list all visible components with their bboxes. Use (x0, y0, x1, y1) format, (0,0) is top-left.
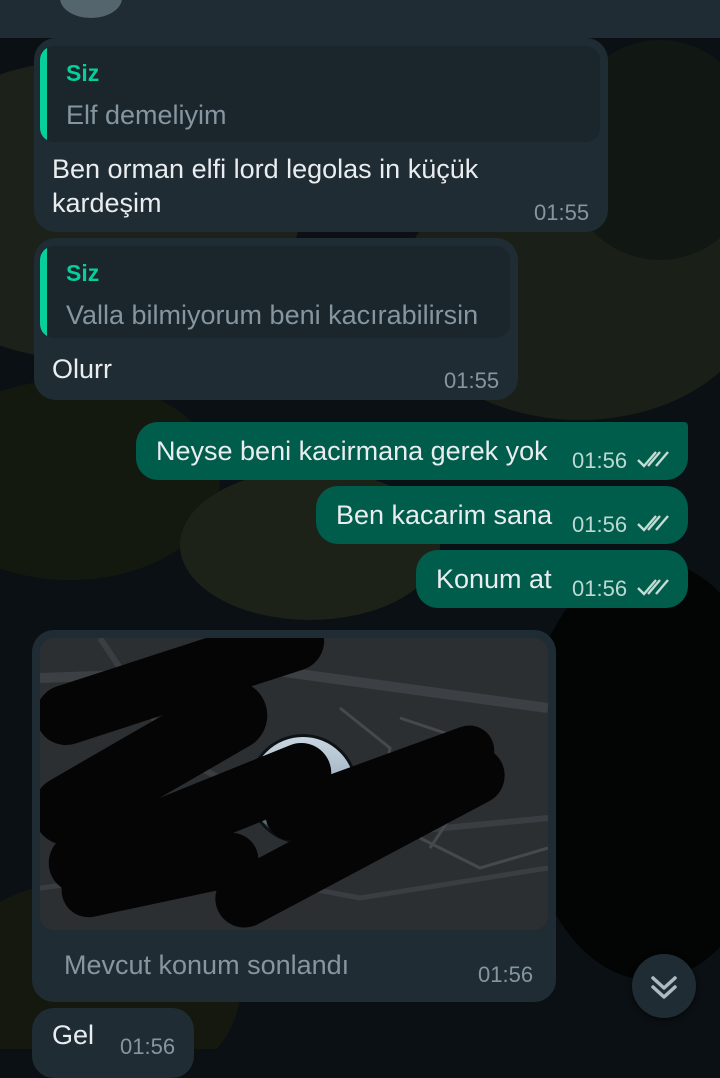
message-bubble-outgoing[interactable]: Ben kacarim sana 01:56 (316, 486, 688, 544)
chevron-double-down-icon (651, 976, 677, 999)
live-location-message[interactable]: Mevcut konum sonlandı 01:56 (32, 630, 556, 1002)
quote-text: Elf demeliyim (66, 100, 227, 130)
message-time: 01:56 (572, 448, 628, 473)
message-bubble-incoming[interactable]: Siz Valla bilmiyorum beni kacırabilirsin… (34, 238, 518, 400)
double-check-icon (637, 579, 669, 596)
message-time: 01:56 (572, 512, 628, 537)
quote-accent-bar (40, 246, 47, 338)
double-check-icon (637, 515, 669, 532)
message-text: Gel (52, 1020, 95, 1050)
location-map-preview[interactable] (40, 638, 548, 930)
quote-accent-bar (40, 46, 47, 142)
chat-header[interactable] (0, 0, 720, 38)
scroll-to-bottom-button[interactable] (632, 954, 696, 1018)
message-time: 01:56 (478, 962, 534, 987)
message-bubble-incoming[interactable]: Siz Elf demeliyim Ben orman elfi lord le… (34, 38, 608, 232)
message-time: 01:55 (534, 200, 590, 225)
double-check-icon (637, 451, 669, 468)
message-time: 01:56 (572, 576, 628, 601)
message-bubble-outgoing[interactable]: Neyse beni kacirmana gerek yok 01:56 (136, 422, 688, 480)
message-text-line: kardeşim (52, 188, 162, 218)
message-text: Neyse beni kacirmana gerek yok (156, 436, 548, 466)
message-text: Konum at (436, 564, 552, 594)
quoted-reply[interactable]: Siz Elf demeliyim (40, 46, 600, 142)
message-time: 01:56 (120, 1034, 176, 1059)
message-text: Olurr (52, 354, 112, 384)
message-bubble-outgoing[interactable]: Konum at 01:56 (416, 550, 688, 608)
quote-author: Siz (66, 260, 100, 286)
message-bubble-incoming[interactable]: Gel 01:56 (32, 1008, 194, 1078)
message-text-line: Ben orman elfi lord legolas in küçük (52, 154, 479, 184)
contact-avatar[interactable] (60, 0, 122, 18)
quote-text: Valla bilmiyorum beni kacırabilirsin (66, 300, 479, 330)
message-text: Ben kacarim sana (336, 500, 553, 530)
location-caption: Mevcut konum sonlandı (64, 950, 350, 980)
quote-author: Siz (66, 60, 100, 86)
quoted-reply[interactable]: Siz Valla bilmiyorum beni kacırabilirsin (40, 246, 510, 338)
message-time: 01:55 (444, 368, 500, 393)
